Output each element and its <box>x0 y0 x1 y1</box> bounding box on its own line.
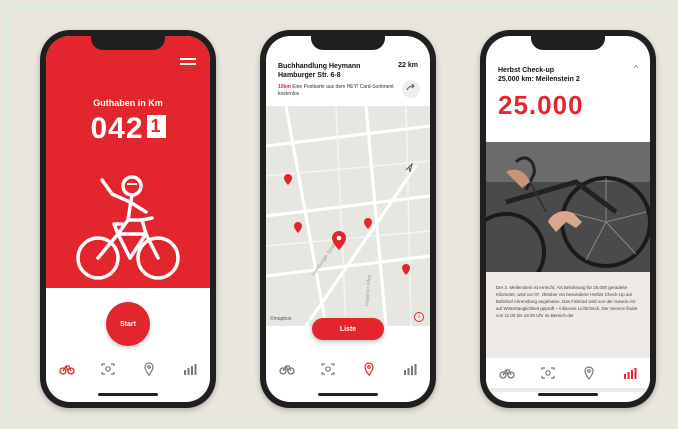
tab-bike[interactable] <box>277 360 297 378</box>
milestone-subtitle: 25.000 km: Meilenstein 2 <box>498 76 580 83</box>
home-indicator <box>98 393 158 396</box>
repair-photo-graphic <box>486 142 650 272</box>
tab-map[interactable] <box>579 364 599 382</box>
tab-map[interactable] <box>359 360 379 378</box>
map-attribution: ©mapbox <box>270 316 292 322</box>
tab-map[interactable] <box>139 360 159 378</box>
tab-scan[interactable] <box>538 364 558 382</box>
offer-notice: 10km Eine Postkarte aus dem HEY! Card-So… <box>278 84 394 98</box>
stats-icon <box>183 364 196 375</box>
list-button[interactable]: Liste <box>312 318 384 340</box>
map-pin <box>294 222 302 233</box>
phone-milestone: Herbst Check-up 25.000 km: Meilenstein 2… <box>480 30 656 408</box>
location-pin-icon <box>143 362 154 376</box>
tab-stats[interactable] <box>180 360 200 378</box>
home-indicator <box>538 393 598 396</box>
tab-bike[interactable] <box>57 360 77 378</box>
menu-icon[interactable] <box>180 58 196 68</box>
shop-info[interactable]: Buchhandlung Heymann Hamburger Str. 6-8 <box>278 62 360 80</box>
screen-milestone: Herbst Check-up 25.000 km: Meilenstein 2… <box>486 36 650 402</box>
map-pin <box>364 218 372 229</box>
tab-bar <box>486 358 650 388</box>
phone-balance: Guthaben in Km 042 1 Start <box>40 30 216 408</box>
scan-icon <box>320 363 335 375</box>
milestone-title: Herbst Check-up <box>498 67 555 74</box>
info-icon[interactable]: i <box>414 312 424 322</box>
bike-repair-photo <box>486 142 650 272</box>
home-indicator <box>318 393 378 396</box>
stats-icon <box>623 368 636 379</box>
notice-highlight: 10km <box>278 84 291 90</box>
tab-stats[interactable] <box>400 360 420 378</box>
chevron-up-icon[interactable]: ^ <box>634 64 638 73</box>
cyclist-illustration <box>76 175 180 280</box>
map-view[interactable]: Hamburger Straße Hagener Allee ©mapbox i <box>266 105 430 327</box>
counter-last-digit: 1 <box>146 115 166 138</box>
milestone-header: Herbst Check-up 25.000 km: Meilenstein 2 <box>498 66 580 84</box>
notch <box>531 36 605 50</box>
milestone-number: 25.000 <box>498 90 584 120</box>
screen-map: Buchhandlung Heymann Hamburger Str. 6-8 … <box>266 36 430 402</box>
screen-balance: Guthaben in Km 042 1 Start <box>46 36 210 402</box>
shop-name: Buchhandlung Heymann <box>278 63 361 70</box>
tab-bike[interactable] <box>497 364 517 382</box>
balance-label: Guthaben in Km <box>93 98 163 108</box>
share-button[interactable] <box>402 80 420 98</box>
tab-bar <box>46 358 210 380</box>
map-pin <box>402 264 410 275</box>
street-label-2: Hagener Allee <box>364 274 373 306</box>
notch <box>311 36 385 50</box>
notch <box>91 36 165 50</box>
bike-icon <box>58 365 75 375</box>
scan-icon <box>100 363 115 375</box>
notice-text: Eine Postkarte aus dem HEY! Card-Sortime… <box>278 84 394 97</box>
start-button[interactable]: Start <box>106 302 150 346</box>
location-pin-icon <box>363 362 374 376</box>
location-pin-icon <box>583 366 594 380</box>
tab-scan[interactable] <box>318 360 338 378</box>
tab-scan[interactable] <box>98 360 118 378</box>
map-canvas: Hamburger Straße Hagener Allee <box>266 105 430 327</box>
stats-icon <box>403 364 416 375</box>
tab-stats[interactable] <box>620 364 640 382</box>
bike-icon <box>498 369 515 379</box>
shop-address: Hamburger Str. 6-8 <box>278 72 341 79</box>
map-pin <box>284 174 292 185</box>
share-icon <box>406 84 415 91</box>
bike-icon <box>278 365 295 375</box>
scan-icon <box>540 367 555 379</box>
counter-main: 042 <box>90 112 144 145</box>
phone-map: Buchhandlung Heymann Hamburger Str. 6-8 … <box>260 30 436 408</box>
tab-bar <box>266 358 430 380</box>
km-counter: 042 1 <box>46 112 210 146</box>
distance: 22 km <box>398 62 418 69</box>
